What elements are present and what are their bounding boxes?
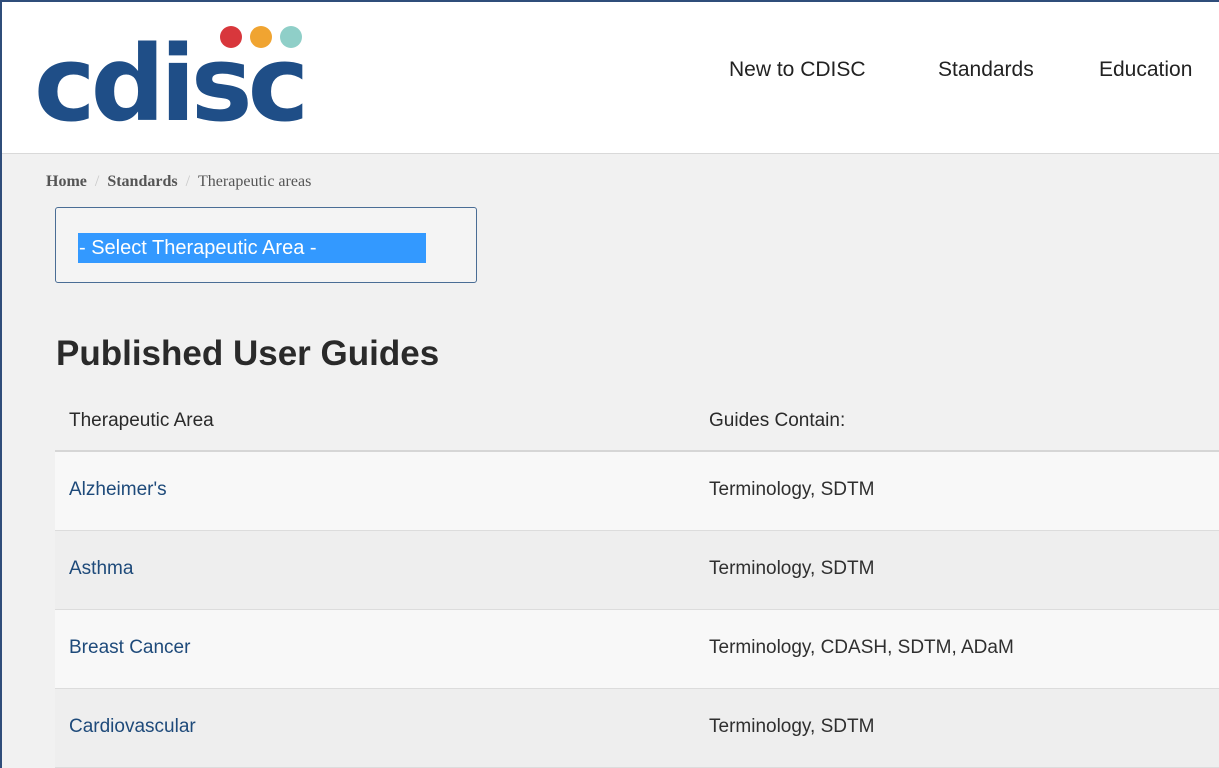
guides-contain-cell: Terminology, SDTM	[709, 479, 875, 500]
user-guides-table: Therapeutic Area Guides Contain: Alzheim…	[55, 390, 1219, 768]
breadcrumb-standards[interactable]: Standards	[107, 173, 177, 190]
breadcrumb-separator: /	[185, 173, 191, 190]
table-header: Therapeutic Area Guides Contain:	[55, 390, 1219, 452]
therapeutic-area-link[interactable]: Breast Cancer	[69, 637, 190, 659]
column-header-guides-contain: Guides Contain:	[709, 410, 846, 431]
main-nav: New to CDISC Standards Education	[2, 58, 1219, 90]
therapeutic-area-select[interactable]: - Select Therapeutic Area -	[55, 207, 477, 283]
column-header-therapeutic-area: Therapeutic Area	[69, 410, 214, 431]
therapeutic-area-link[interactable]: Alzheimer's	[69, 479, 167, 501]
breadcrumb-current: Therapeutic areas	[198, 173, 312, 190]
guides-contain-cell: Terminology, CDASH, SDTM, ADaM	[709, 637, 1014, 658]
breadcrumb-home[interactable]: Home	[46, 173, 87, 190]
table-row: Alzheimer's Terminology, SDTM	[55, 452, 1219, 531]
table-row: Asthma Terminology, SDTM	[55, 531, 1219, 610]
table-row: Cardiovascular Terminology, SDTM	[55, 689, 1219, 768]
table-row: Breast Cancer Terminology, CDASH, SDTM, …	[55, 610, 1219, 689]
breadcrumb-separator: /	[94, 173, 100, 190]
page-title: Published User Guides	[56, 334, 440, 373]
main-content: Home / Standards / Therapeutic areas - Selec…	[2, 154, 1219, 768]
site-header: cdisc New to CDISC Standards Education	[2, 2, 1219, 154]
therapeutic-area-link[interactable]: Cardiovascular	[69, 716, 196, 738]
select-selected-value: - Select Therapeutic Area -	[78, 233, 426, 263]
guides-contain-cell: Terminology, SDTM	[709, 716, 875, 737]
nav-standards[interactable]: Standards	[938, 58, 1034, 82]
breadcrumb: Home / Standards / Therapeutic areas	[46, 173, 311, 191]
nav-education[interactable]: Education	[1099, 58, 1192, 82]
therapeutic-area-link[interactable]: Asthma	[69, 558, 133, 580]
guides-contain-cell: Terminology, SDTM	[709, 558, 875, 579]
nav-new-to-cdisc[interactable]: New to CDISC	[729, 58, 866, 82]
